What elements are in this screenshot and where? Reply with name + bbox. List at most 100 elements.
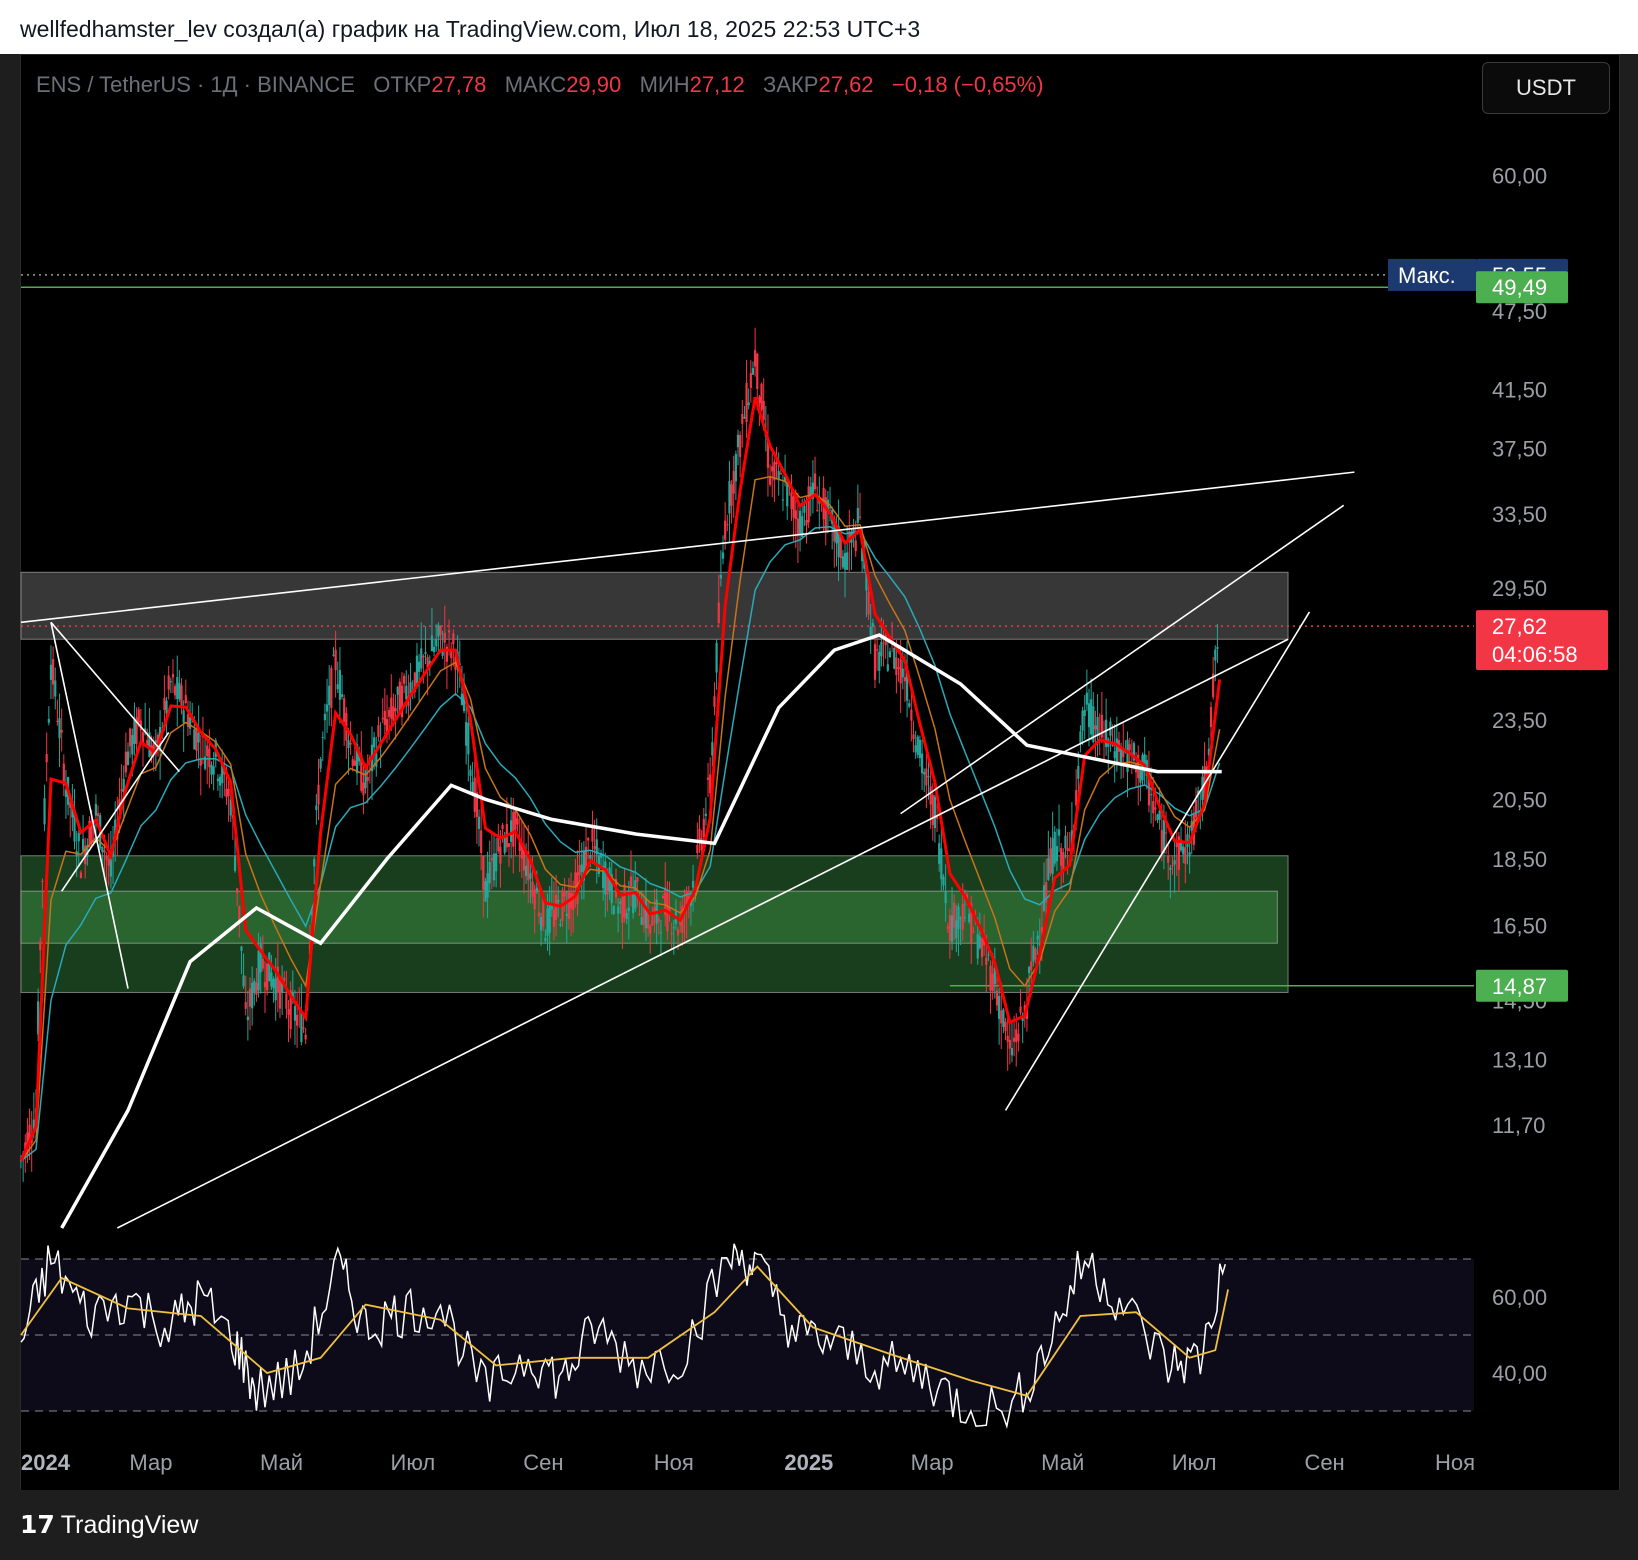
candle-body: [1062, 852, 1065, 871]
candle-body: [1008, 1039, 1011, 1049]
candle-body: [978, 936, 981, 949]
candle-body: [467, 722, 470, 755]
candle-body: [717, 602, 720, 624]
candle-body: [1049, 848, 1052, 874]
candle-body: [816, 510, 819, 512]
candle-body: [805, 519, 808, 526]
price-axis-tick: 18,50: [1492, 847, 1547, 872]
candle-body: [1015, 1029, 1018, 1043]
candle-body: [554, 894, 558, 920]
candle-body: [424, 652, 427, 654]
candle-body: [745, 382, 748, 423]
candle-body: [58, 718, 61, 739]
candle-body: [415, 655, 419, 684]
candle-body: [353, 760, 356, 766]
candle-body: [178, 682, 181, 700]
candle-body: [343, 698, 346, 722]
candle-body: [903, 677, 907, 682]
candle-body: [758, 396, 761, 404]
candle-body: [950, 915, 954, 942]
candle-body: [41, 880, 44, 882]
time-axis-label: Июл: [1172, 1450, 1217, 1475]
candle-body: [642, 907, 645, 925]
candle-body: [1081, 710, 1084, 731]
rsi-axis-tick: 60,00: [1492, 1285, 1547, 1310]
candle-body: [403, 675, 406, 684]
candle-body: [1036, 935, 1039, 940]
candle-body: [169, 681, 172, 683]
candle-body: [208, 748, 211, 768]
currency-button[interactable]: USDT: [1482, 62, 1610, 114]
candle-body: [762, 400, 765, 421]
candle-body: [876, 649, 879, 651]
resistance-zone: [20, 571, 1289, 640]
candle-body: [704, 813, 707, 816]
candle-body: [985, 957, 988, 965]
candle-body: [908, 703, 911, 707]
candle-body: [927, 776, 930, 778]
candle-body: [1006, 1035, 1009, 1042]
candle-body: [1216, 647, 1219, 649]
tradingview-logo[interactable]: 17 TradingView: [20, 1510, 198, 1540]
candle-body: [218, 776, 222, 786]
candle-body: [1085, 692, 1088, 705]
candle-body: [49, 664, 53, 680]
candle-body: [244, 1002, 247, 1009]
candle-body: [163, 697, 166, 710]
candle-body: [272, 979, 275, 989]
candle-body: [293, 1006, 297, 1021]
candle-body: [794, 510, 797, 520]
candle-body: [47, 719, 50, 723]
candle-body: [263, 982, 267, 988]
candle-body: [529, 873, 532, 879]
candle-body: [492, 853, 496, 881]
candle-body: [94, 803, 98, 816]
candle-body: [657, 918, 660, 922]
candle-body: [963, 917, 966, 919]
candle-body: [627, 907, 630, 912]
candle-body: [452, 633, 455, 645]
candle-body: [946, 926, 949, 929]
candle-body: [651, 914, 654, 926]
candle-body: [437, 624, 440, 637]
legend-open-label: ОТКР: [373, 72, 432, 97]
candle-body: [976, 934, 979, 959]
candle-body: [1171, 865, 1174, 867]
candle-body: [867, 591, 870, 615]
legend-change: −0,18 (−0,65%): [891, 72, 1044, 97]
candle-body: [43, 798, 46, 825]
candle-body: [728, 481, 731, 514]
candle-body: [216, 778, 220, 782]
candle-body: [439, 625, 442, 636]
candle-body: [1053, 831, 1056, 864]
time-axis-label: 2024: [21, 1450, 71, 1475]
candle-body: [623, 884, 626, 918]
candle-body: [955, 920, 958, 939]
price-chart[interactable]: 60,0047,5041,5037,5033,5029,5023,5020,50…: [0, 0, 1638, 1560]
price-axis-tick: 37,50: [1492, 436, 1547, 461]
candle-body: [754, 350, 757, 367]
candle-body: [1169, 867, 1172, 870]
price-label-value-1: 49,49: [1492, 275, 1547, 300]
candle-body: [1077, 765, 1080, 779]
candle-body: [261, 958, 264, 969]
candle-body: [96, 813, 100, 817]
candle-body: [621, 896, 624, 923]
candle-body: [443, 632, 446, 643]
candle-body: [839, 537, 842, 559]
candle-body: [302, 1027, 305, 1029]
candle-body: [193, 729, 196, 750]
candle-body: [1096, 716, 1099, 737]
candle-body: [696, 844, 699, 854]
candle-body: [197, 732, 200, 743]
candle-body: [1188, 852, 1191, 857]
candle-body: [1051, 837, 1054, 874]
candle-body: [644, 898, 648, 929]
candle-body: [1027, 966, 1031, 974]
legend-high-label: МАКС: [504, 72, 567, 97]
candle-body: [858, 516, 862, 518]
candle-body: [578, 865, 581, 876]
candle-body: [490, 857, 493, 861]
candle-body: [447, 630, 451, 633]
candle-body: [52, 659, 55, 685]
